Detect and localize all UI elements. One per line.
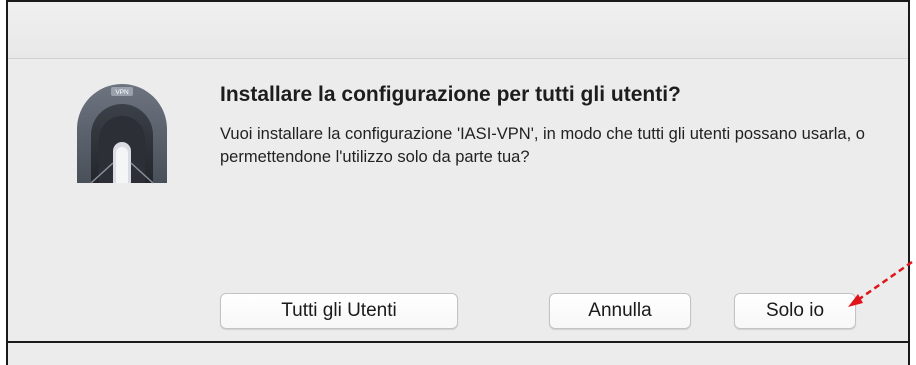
frame-bottom-border (6, 341, 910, 343)
vpn-tunnel-icon: VPN (73, 79, 171, 185)
cancel-button[interactable]: Annulla (549, 293, 691, 329)
all-users-button[interactable]: Tutti gli Utenti (220, 293, 458, 329)
dialog-message: Vuoi installare la configurazione 'IASI-… (220, 125, 865, 166)
vpn-badge-label: VPN (115, 89, 129, 96)
dialog-title: Installare la configurazione per tutti g… (220, 83, 681, 106)
window-titlebar (8, 2, 908, 59)
only-me-button[interactable]: Solo io (734, 293, 856, 329)
dialog-body: VPN Installare la configurazione per tut… (8, 59, 908, 365)
dialog-window: VPN Installare la configurazione per tut… (6, 0, 910, 365)
